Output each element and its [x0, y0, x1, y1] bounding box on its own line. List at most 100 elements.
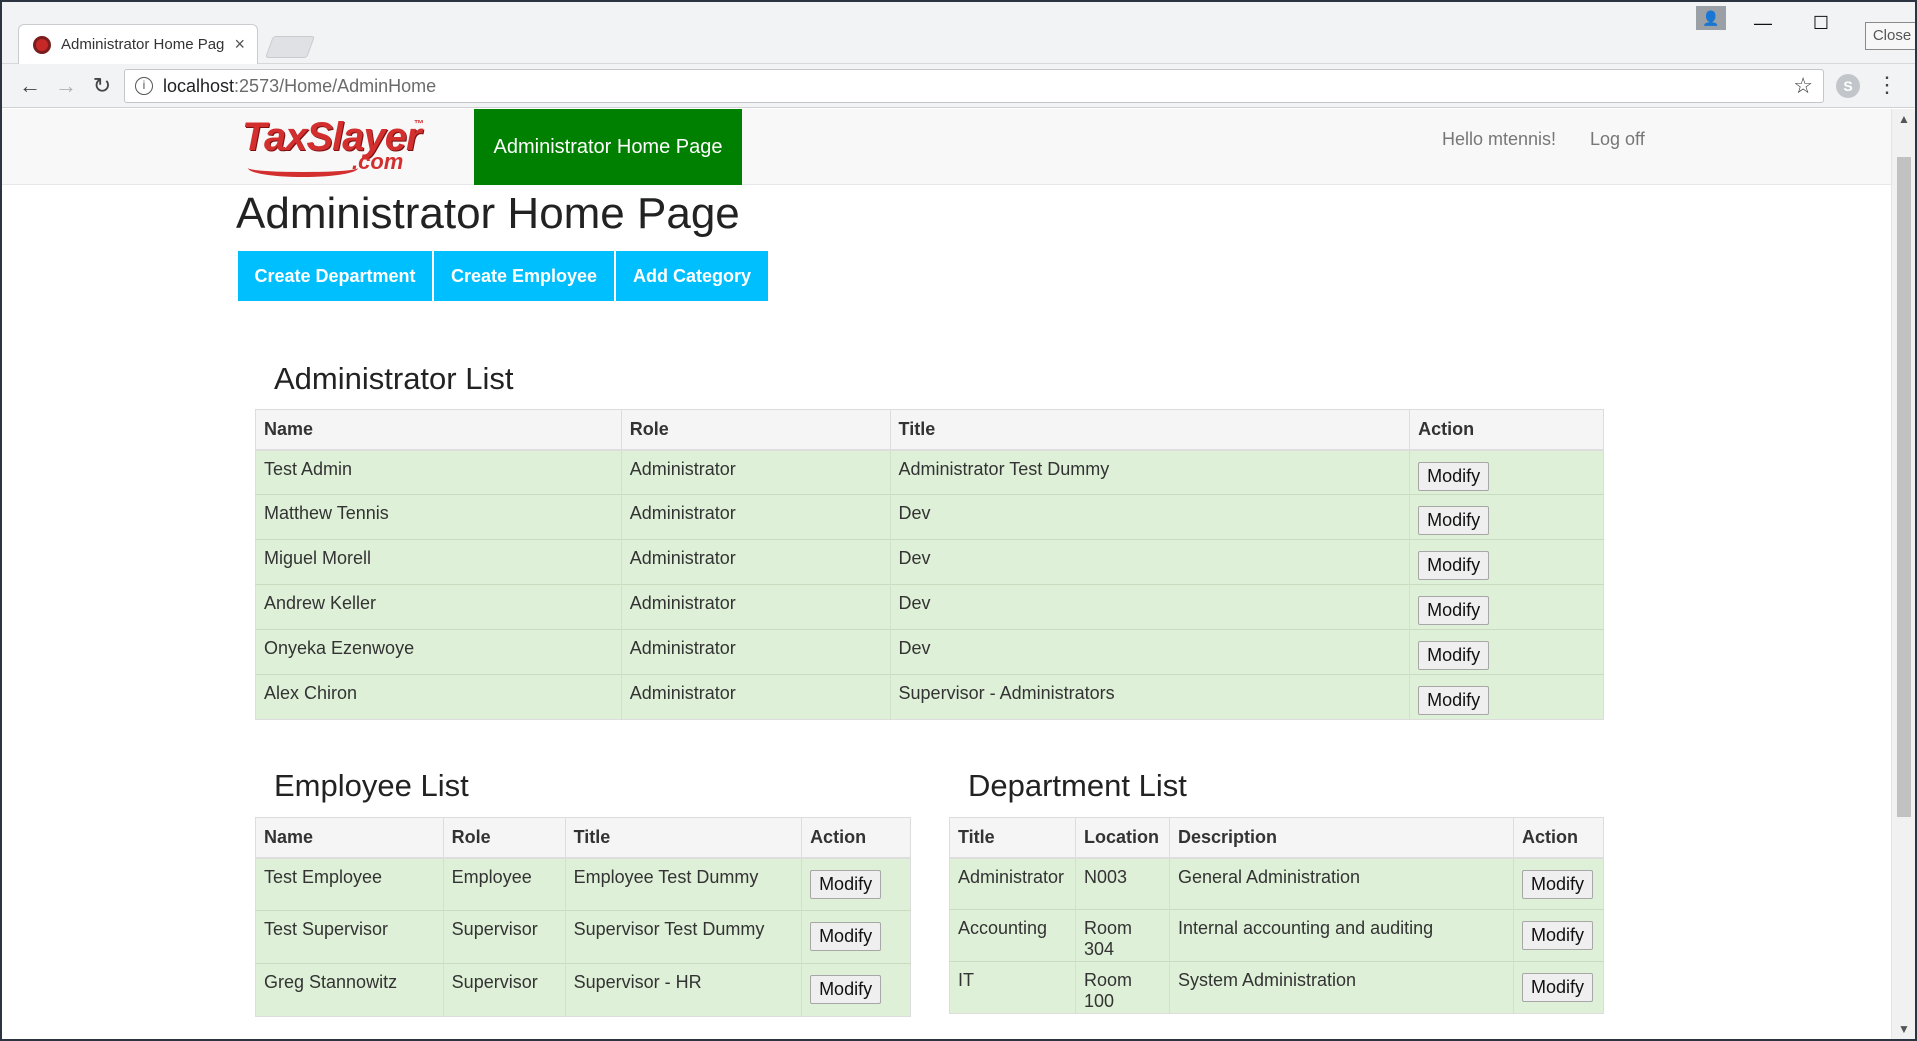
back-arrow-icon[interactable]: ← [16, 72, 44, 100]
browser-menu-icon[interactable]: ⋮ [1876, 72, 1898, 98]
table-cell: System Administration [1168, 961, 1514, 1014]
modify-button[interactable]: Modify [1522, 869, 1594, 899]
address-bar[interactable]: i localhost:2573/Home/AdminHome ☆ [124, 69, 1824, 103]
table-row: Test Admin Administrator Administrator Tes… [255, 449, 1604, 495]
table-cell: Dev [889, 539, 1410, 585]
table-cell: Internal accounting and auditing [1168, 909, 1514, 962]
forward-arrow-icon[interactable]: → [52, 72, 80, 100]
tab-close-icon[interactable]: × [234, 34, 245, 55]
table-cell: Administrator [620, 539, 891, 585]
table-cell: Room 100 [1074, 961, 1170, 1014]
admin-table: Name Role Title Action Test Admin Administra… [255, 409, 1604, 720]
table-row: Onyeka Ezenwoye Administrator Dev Modify [255, 629, 1604, 675]
table-cell: N003 [1074, 857, 1170, 910]
table-row: Matthew Tennis Administrator Dev Modify [255, 494, 1604, 540]
modify-button[interactable]: Modify [1418, 596, 1490, 625]
info-icon[interactable]: i [135, 77, 153, 95]
taxslayer-logo[interactable]: TaxSlayer ™ .com [240, 115, 430, 179]
department-header-description: Description [1168, 817, 1514, 859]
employee-header-action: Action [801, 817, 911, 859]
department-header-action: Action [1513, 817, 1604, 859]
table-cell: Onyeka Ezenwoye [255, 629, 622, 675]
admin-list-title: Administrator List [274, 361, 514, 396]
department-list-title: Department List [968, 768, 1187, 803]
table-row: Miguel Morell Administrator Dev Modify [255, 539, 1604, 585]
modify-button[interactable]: Modify [810, 922, 882, 951]
modify-button[interactable]: Modify [1522, 973, 1594, 1002]
close-tooltip[interactable]: Close [1865, 22, 1915, 50]
browser-tab[interactable]: Administrator Home Pag × [18, 24, 258, 64]
profile-icon[interactable]: 👤 [1696, 6, 1726, 30]
table-cell: Andrew Keller [255, 584, 622, 630]
nav-hello-user[interactable]: Hello mtennis! [1442, 129, 1556, 150]
nav-admin-home-link[interactable]: Administrator Home Page [474, 109, 742, 185]
action-cell: Modify [1513, 909, 1604, 962]
browser-window: Administrator Home Pag × 👤 — ☐ Close ← →… [0, 0, 1917, 1041]
table-cell: Administrator [620, 494, 891, 540]
table-row: Test Employee Employee Employee Test Dummy… [255, 857, 911, 911]
table-cell: General Administration [1168, 857, 1514, 910]
page-scrollbar[interactable]: ▲ ▼ [1891, 109, 1915, 1039]
action-cell: Modify [1409, 539, 1604, 585]
tab-title: Administrator Home Pag [61, 36, 225, 53]
extension-icon[interactable]: S [1836, 74, 1860, 98]
scroll-thumb[interactable] [1897, 157, 1911, 817]
table-cell: Supervisor - Administrators [889, 674, 1410, 720]
table-cell: Alex Chiron [255, 674, 622, 720]
modify-button[interactable]: Modify [1418, 686, 1490, 715]
table-cell: Greg Stannowitz [255, 963, 444, 1017]
table-cell: Test Admin [255, 449, 622, 495]
new-tab-button[interactable] [264, 36, 316, 58]
table-cell: Administrator [949, 857, 1076, 910]
employee-header-title: Title [564, 817, 802, 859]
admin-header-name: Name [255, 409, 622, 451]
modify-button[interactable]: Modify [1418, 461, 1490, 491]
table-row: Alex Chiron Administrator Supervisor - Adm… [255, 674, 1604, 720]
scroll-up-arrow-icon[interactable]: ▲ [1892, 109, 1915, 129]
table-cell: Supervisor [442, 910, 566, 964]
table-row: Accounting Room 304 Internal accounting an… [949, 909, 1604, 962]
admin-header-action: Action [1409, 409, 1604, 451]
create-department-button[interactable]: Create Department [238, 251, 432, 301]
action-cell: Modify [801, 857, 911, 911]
add-category-button[interactable]: Add Category [616, 251, 768, 301]
site-navbar: TaxSlayer ™ .com Administrator Home Page… [2, 109, 1891, 185]
title-bar: Administrator Home Pag × 👤 — ☐ Close [2, 2, 1915, 64]
table-cell: Miguel Morell [255, 539, 622, 585]
scroll-down-arrow-icon[interactable]: ▼ [1892, 1019, 1915, 1039]
employee-list-title: Employee List [274, 768, 469, 803]
employee-table: Name Role Title Action Test Employee Employe… [255, 817, 911, 1017]
modify-button[interactable]: Modify [1418, 641, 1490, 670]
url-host: localhost [163, 75, 235, 96]
modify-button[interactable]: Modify [810, 869, 882, 899]
reload-icon[interactable]: ↻ [88, 72, 116, 100]
action-cell: Modify [1513, 857, 1604, 910]
table-row: Test Supervisor Supervisor Supervisor Test… [255, 910, 911, 964]
logo-trademark: ™ [414, 119, 424, 130]
logo-swoosh-icon [248, 159, 358, 177]
page-viewport: TaxSlayer ™ .com Administrator Home Page… [2, 109, 1891, 1039]
department-table: Title Location Description Action Administr… [949, 817, 1604, 1014]
table-cell: Room 304 [1074, 909, 1170, 962]
department-header-location: Location [1074, 817, 1170, 859]
modify-button[interactable]: Modify [810, 975, 882, 1004]
bookmark-star-icon[interactable]: ☆ [1793, 73, 1813, 99]
page-title: Administrator Home Page [236, 189, 740, 238]
modify-button[interactable]: Modify [1418, 551, 1490, 580]
modify-button[interactable]: Modify [1418, 506, 1490, 535]
nav-log-off[interactable]: Log off [1590, 129, 1645, 150]
admin-header-title: Title [889, 409, 1410, 451]
create-employee-button[interactable]: Create Employee [434, 251, 614, 301]
url-path: :2573/Home/AdminHome [234, 75, 437, 96]
maximize-icon[interactable]: ☐ [1806, 8, 1836, 38]
table-cell: Supervisor [442, 963, 566, 1017]
table-cell: Dev [889, 584, 1410, 630]
table-cell: Administrator [620, 449, 891, 495]
minimize-icon[interactable]: — [1748, 8, 1778, 38]
modify-button[interactable]: Modify [1522, 921, 1594, 950]
admin-header-role: Role [620, 409, 891, 451]
table-cell: Dev [889, 494, 1410, 540]
table-cell: Administrator [620, 629, 891, 675]
employee-header-role: Role [442, 817, 566, 859]
table-cell: Employee [442, 857, 566, 911]
